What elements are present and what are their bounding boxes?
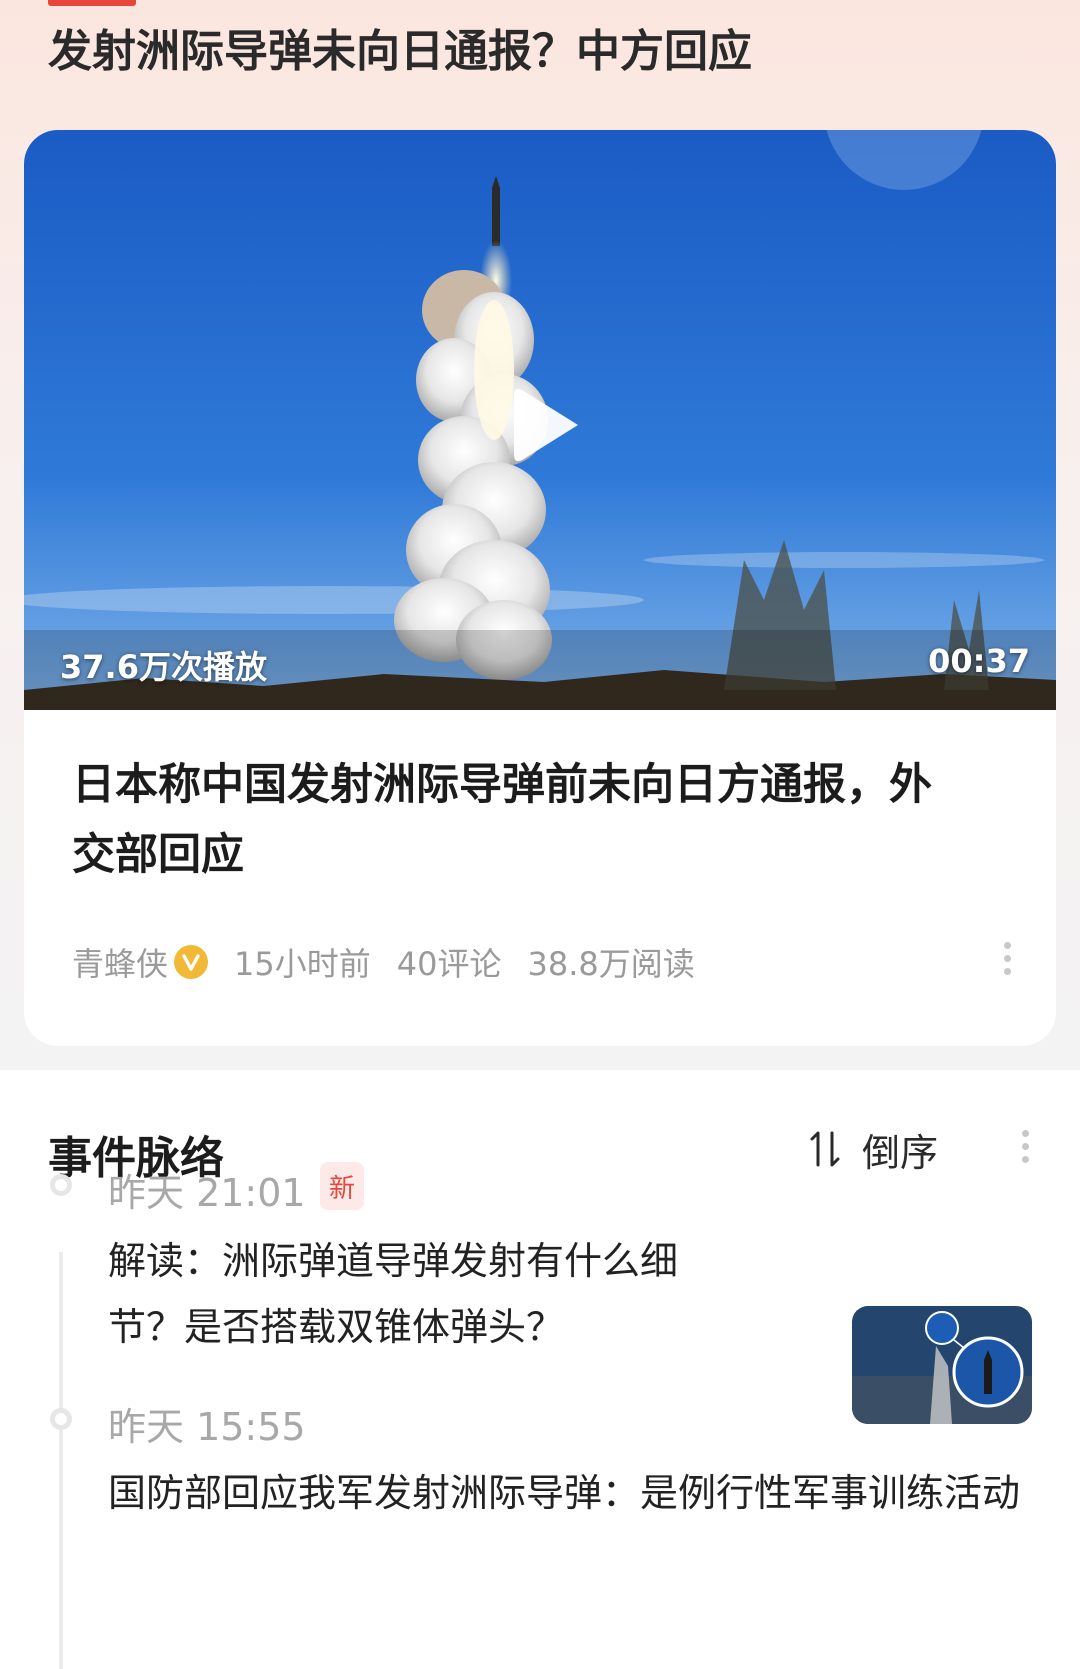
timeline-item-text[interactable]: 解读：洲际弹道导弹发射有什么细节？是否搭载双锥体弹头？ [108,1228,748,1360]
video-duration: 00:37 [928,642,1030,680]
video-player[interactable]: 37.6万次播放 00:37 [24,130,1056,710]
sort-label: 倒序 [862,1130,939,1175]
news-card[interactable]: 37.6万次播放 00:37 日本称中国发射洲际导弹前未向日方通报，外交部回应 … [24,130,1056,1046]
author-name[interactable]: 青蜂侠 [72,939,168,985]
read-count: 38.8万阅读 [527,945,695,983]
more-options-icon[interactable] [1002,942,1012,982]
sort-order-button[interactable]: 倒序 [808,1124,939,1175]
timeline-dot [50,1174,72,1196]
timeline-line [59,1252,63,1669]
thumbnail-image [852,1306,1032,1424]
publish-time: 15小时前 [234,945,371,983]
article-meta: 青蜂侠 15小时前 40评论 38.8万阅读 [72,938,695,986]
timeline-dot [50,1408,72,1430]
page-headline[interactable]: 发射洲际导弹未向日通报？中方回应 [48,22,1028,82]
timeline-item-thumbnail[interactable] [852,1306,1032,1424]
new-badge: 新 [320,1162,364,1210]
comment-count[interactable]: 40评论 [397,939,502,985]
article-title[interactable]: 日本称中国发射洲际导弹前未向日方通报，外交部回应 [72,750,972,890]
video-view-count: 37.6万次播放 [60,648,267,686]
timeline-more-icon[interactable] [1020,1130,1030,1170]
header-accent-bar [48,0,136,6]
timeline-item-time: 昨天 15:55 [108,1405,306,1449]
play-icon[interactable] [500,380,590,470]
verified-icon [174,945,209,979]
sort-icon [810,1131,840,1167]
timeline-item-time: 昨天 21:01 [108,1171,306,1215]
event-timeline: 事件脉络 倒序 昨天 21:01 新 解读：洲际弹道导弹发射有什么细节？是否搭载… [0,1070,1080,1669]
timeline-item-text[interactable]: 国防部回应我军发射洲际导弹：是例行性军事训练活动 [108,1460,1048,1526]
